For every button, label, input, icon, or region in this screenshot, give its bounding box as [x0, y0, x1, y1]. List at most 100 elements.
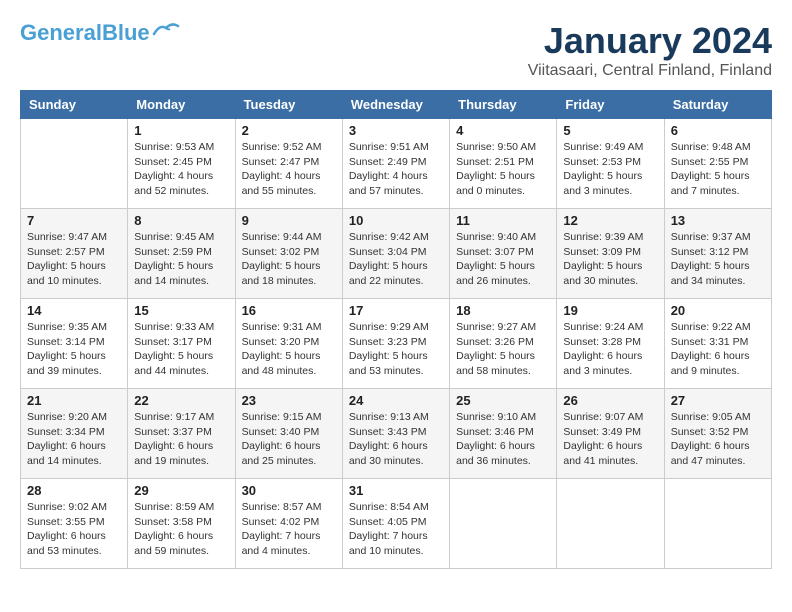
calendar-cell: 12 Sunrise: 9:39 AMSunset: 3:09 PMDayligh… — [557, 209, 664, 299]
calendar-cell: 25 Sunrise: 9:10 AMSunset: 3:46 PMDayligh… — [450, 389, 557, 479]
day-number: 27 — [671, 393, 765, 408]
calendar-cell — [21, 119, 128, 209]
page-header: GeneralBlue January 2024 Viitasaari, Cen… — [20, 20, 772, 80]
day-number: 10 — [349, 213, 443, 228]
day-info: Sunrise: 9:22 AMSunset: 3:31 PMDaylight:… — [671, 320, 765, 379]
day-of-week-header: Sunday — [21, 91, 128, 119]
calendar-cell: 18 Sunrise: 9:27 AMSunset: 3:26 PMDayligh… — [450, 299, 557, 389]
calendar-cell — [450, 479, 557, 569]
calendar-cell: 27 Sunrise: 9:05 AMSunset: 3:52 PMDayligh… — [664, 389, 771, 479]
day-number: 20 — [671, 303, 765, 318]
day-of-week-header: Friday — [557, 91, 664, 119]
day-info: Sunrise: 9:33 AMSunset: 3:17 PMDaylight:… — [134, 320, 228, 379]
calendar-cell: 20 Sunrise: 9:22 AMSunset: 3:31 PMDayligh… — [664, 299, 771, 389]
calendar-cell: 13 Sunrise: 9:37 AMSunset: 3:12 PMDayligh… — [664, 209, 771, 299]
day-info: Sunrise: 9:42 AMSunset: 3:04 PMDaylight:… — [349, 230, 443, 289]
day-of-week-header: Thursday — [450, 91, 557, 119]
day-number: 2 — [242, 123, 336, 138]
calendar-cell: 30 Sunrise: 8:57 AMSunset: 4:02 PMDayligh… — [235, 479, 342, 569]
day-number: 13 — [671, 213, 765, 228]
day-info: Sunrise: 9:31 AMSunset: 3:20 PMDaylight:… — [242, 320, 336, 379]
day-info: Sunrise: 9:27 AMSunset: 3:26 PMDaylight:… — [456, 320, 550, 379]
day-info: Sunrise: 9:07 AMSunset: 3:49 PMDaylight:… — [563, 410, 657, 469]
calendar-week-row: 28Sunrise: 9:02 AMSunset: 3:55 PMDayligh… — [21, 479, 772, 569]
calendar-cell — [664, 479, 771, 569]
day-of-week-header: Monday — [128, 91, 235, 119]
day-info: Sunrise: 9:29 AMSunset: 3:23 PMDaylight:… — [349, 320, 443, 379]
day-info: Sunrise: 9:47 AMSunset: 2:57 PMDaylight:… — [27, 230, 121, 289]
day-number: 9 — [242, 213, 336, 228]
day-number: 6 — [671, 123, 765, 138]
day-info: Sunrise: 9:13 AMSunset: 3:43 PMDaylight:… — [349, 410, 443, 469]
day-info: Sunrise: 9:24 AMSunset: 3:28 PMDaylight:… — [563, 320, 657, 379]
calendar-cell: 10 Sunrise: 9:42 AMSunset: 3:04 PMDayligh… — [342, 209, 449, 299]
calendar-cell: 23 Sunrise: 9:15 AMSunset: 3:40 PMDayligh… — [235, 389, 342, 479]
day-info: Sunrise: 9:02 AMSunset: 3:55 PMDaylight:… — [27, 500, 121, 559]
calendar-cell: 26Sunrise: 9:07 AMSunset: 3:49 PMDayligh… — [557, 389, 664, 479]
calendar-cell: 17 Sunrise: 9:29 AMSunset: 3:23 PMDayligh… — [342, 299, 449, 389]
day-info: Sunrise: 9:51 AMSunset: 2:49 PMDaylight:… — [349, 140, 443, 199]
day-number: 30 — [242, 483, 336, 498]
day-of-week-header: Saturday — [664, 91, 771, 119]
day-number: 3 — [349, 123, 443, 138]
day-number: 18 — [456, 303, 550, 318]
day-info: Sunrise: 9:15 AMSunset: 3:40 PMDaylight:… — [242, 410, 336, 469]
day-info: Sunrise: 9:40 AMSunset: 3:07 PMDaylight:… — [456, 230, 550, 289]
calendar-cell: 8 Sunrise: 9:45 AMSunset: 2:59 PMDaylight… — [128, 209, 235, 299]
day-info: Sunrise: 9:20 AMSunset: 3:34 PMDaylight:… — [27, 410, 121, 469]
calendar-cell: 29 Sunrise: 8:59 AMSunset: 3:58 PMDayligh… — [128, 479, 235, 569]
page-title: January 2024 — [528, 20, 772, 62]
day-info: Sunrise: 9:53 AMSunset: 2:45 PMDaylight:… — [134, 140, 228, 199]
calendar-cell: 4Sunrise: 9:50 AMSunset: 2:51 PMDaylight… — [450, 119, 557, 209]
calendar-header-row: SundayMondayTuesdayWednesdayThursdayFrid… — [21, 91, 772, 119]
logo-bird-icon — [152, 20, 180, 38]
calendar-cell: 31Sunrise: 8:54 AMSunset: 4:05 PMDayligh… — [342, 479, 449, 569]
day-info: Sunrise: 8:57 AMSunset: 4:02 PMDaylight:… — [242, 500, 336, 559]
day-info: Sunrise: 8:59 AMSunset: 3:58 PMDaylight:… — [134, 500, 228, 559]
day-number: 11 — [456, 213, 550, 228]
calendar-cell: 21 Sunrise: 9:20 AMSunset: 3:34 PMDayligh… — [21, 389, 128, 479]
calendar-cell: 2 Sunrise: 9:52 AMSunset: 2:47 PMDaylight… — [235, 119, 342, 209]
page-subtitle: Viitasaari, Central Finland, Finland — [528, 62, 772, 80]
calendar-cell: 3 Sunrise: 9:51 AMSunset: 2:49 PMDaylight… — [342, 119, 449, 209]
day-number: 8 — [134, 213, 228, 228]
day-info: Sunrise: 9:37 AMSunset: 3:12 PMDaylight:… — [671, 230, 765, 289]
day-info: Sunrise: 9:39 AMSunset: 3:09 PMDaylight:… — [563, 230, 657, 289]
calendar-cell: 24 Sunrise: 9:13 AMSunset: 3:43 PMDayligh… — [342, 389, 449, 479]
calendar-cell: 22Sunrise: 9:17 AMSunset: 3:37 PMDayligh… — [128, 389, 235, 479]
calendar-table: SundayMondayTuesdayWednesdayThursdayFrid… — [20, 90, 772, 569]
day-number: 29 — [134, 483, 228, 498]
day-number: 21 — [27, 393, 121, 408]
day-info: Sunrise: 9:45 AMSunset: 2:59 PMDaylight:… — [134, 230, 228, 289]
calendar-week-row: 14Sunrise: 9:35 AMSunset: 3:14 PMDayligh… — [21, 299, 772, 389]
calendar-week-row: 7 Sunrise: 9:47 AMSunset: 2:57 PMDaylight… — [21, 209, 772, 299]
calendar-cell: 9Sunrise: 9:44 AMSunset: 3:02 PMDaylight… — [235, 209, 342, 299]
day-number: 24 — [349, 393, 443, 408]
day-info: Sunrise: 9:10 AMSunset: 3:46 PMDaylight:… — [456, 410, 550, 469]
day-number: 5 — [563, 123, 657, 138]
day-info: Sunrise: 9:50 AMSunset: 2:51 PMDaylight:… — [456, 140, 550, 199]
day-info: Sunrise: 9:48 AMSunset: 2:55 PMDaylight:… — [671, 140, 765, 199]
calendar-cell: 19Sunrise: 9:24 AMSunset: 3:28 PMDayligh… — [557, 299, 664, 389]
day-of-week-header: Wednesday — [342, 91, 449, 119]
logo-text: GeneralBlue — [20, 20, 150, 46]
calendar-cell: 1 Sunrise: 9:53 AMSunset: 2:45 PMDaylight… — [128, 119, 235, 209]
day-info: Sunrise: 9:52 AMSunset: 2:47 PMDaylight:… — [242, 140, 336, 199]
day-number: 1 — [134, 123, 228, 138]
day-number: 22 — [134, 393, 228, 408]
day-number: 17 — [349, 303, 443, 318]
day-number: 25 — [456, 393, 550, 408]
day-info: Sunrise: 9:49 AMSunset: 2:53 PMDaylight:… — [563, 140, 657, 199]
day-number: 31 — [349, 483, 443, 498]
day-number: 23 — [242, 393, 336, 408]
day-info: Sunrise: 9:05 AMSunset: 3:52 PMDaylight:… — [671, 410, 765, 469]
calendar-cell: 14Sunrise: 9:35 AMSunset: 3:14 PMDayligh… — [21, 299, 128, 389]
calendar-week-row: 1 Sunrise: 9:53 AMSunset: 2:45 PMDaylight… — [21, 119, 772, 209]
day-number: 7 — [27, 213, 121, 228]
calendar-cell: 5 Sunrise: 9:49 AMSunset: 2:53 PMDaylight… — [557, 119, 664, 209]
calendar-cell: 6 Sunrise: 9:48 AMSunset: 2:55 PMDaylight… — [664, 119, 771, 209]
day-number: 14 — [27, 303, 121, 318]
calendar-cell: 11 Sunrise: 9:40 AMSunset: 3:07 PMDayligh… — [450, 209, 557, 299]
day-number: 12 — [563, 213, 657, 228]
day-number: 16 — [242, 303, 336, 318]
